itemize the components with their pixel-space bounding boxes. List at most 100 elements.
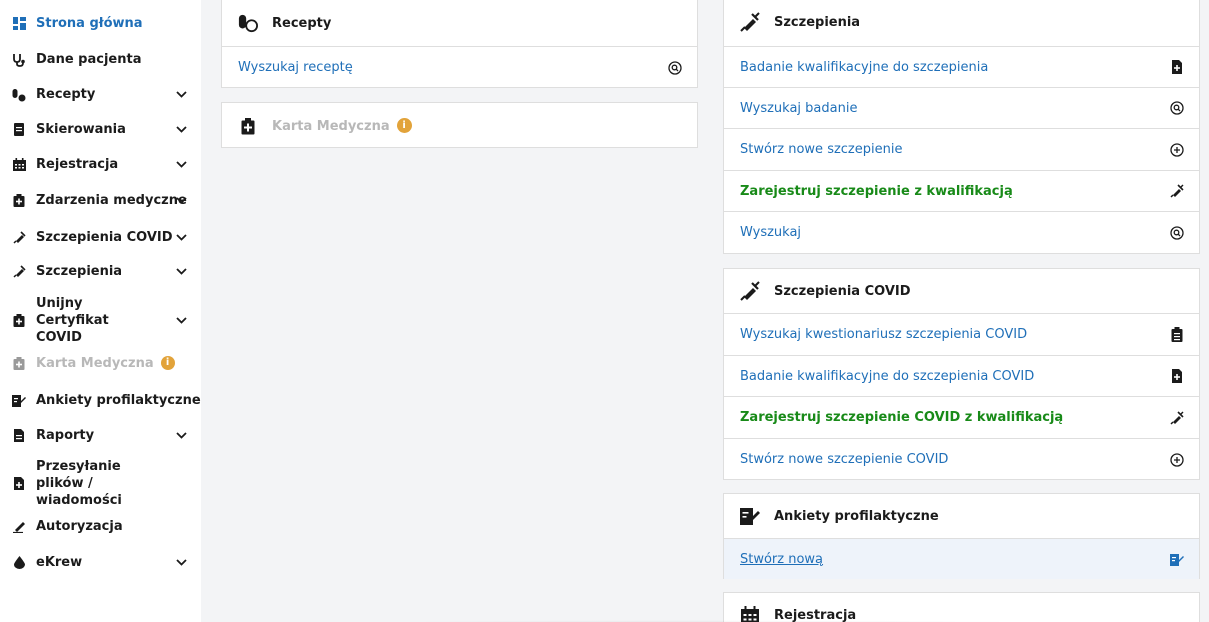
card-title: Szczepienia COVID	[774, 283, 911, 299]
chevron-down-icon[interactable]	[175, 266, 187, 278]
syringe-icon	[740, 12, 760, 32]
sidebar-item-szczepienia-covid[interactable]: Szczepienia COVID	[0, 229, 201, 246]
card-header: Karta Medyczna i	[222, 103, 697, 149]
row-stworz-nowe-szczepienie-covid[interactable]: Stwórz nowe szczepienie COVID	[724, 438, 1199, 480]
row-badanie-kwalifikacyjne-covid[interactable]: Badanie kwalifikacyjne do szczepienia CO…	[724, 355, 1199, 396]
sidebar-item-recepty[interactable]: Recepty	[0, 86, 201, 103]
pills-icon	[12, 88, 26, 102]
row-wyszukaj[interactable]: Wyszukaj	[724, 211, 1199, 253]
sidebar-item-ankiety-profilaktyczne[interactable]: Ankiety profilaktyczne	[0, 392, 201, 409]
syringe-icon	[1169, 183, 1185, 199]
sidebar-item-label: Szczepienia COVID	[36, 230, 173, 245]
sidebar-item-raporty[interactable]: Raporty	[0, 427, 201, 444]
signature-icon	[12, 520, 26, 534]
sidebar-item-label: Skierowania	[36, 122, 126, 137]
row-label: Stwórz nowe szczepienie	[740, 142, 903, 157]
survey-icon	[740, 506, 760, 526]
chevron-down-icon[interactable]	[175, 195, 187, 207]
card-header: Szczepienia COVID	[724, 269, 1199, 313]
row-label: Badanie kwalifikacyjne do szczepienia CO…	[740, 368, 1035, 384]
sidebar-item-label: Unijny Certyfikat COVID	[36, 295, 109, 345]
dashboard-icon	[12, 17, 26, 31]
calendar-icon	[12, 158, 26, 172]
recepty-card: Recepty Wyszukaj receptę	[221, 0, 698, 88]
pills-icon	[238, 13, 258, 33]
row-wyszukaj-kwestionariusz[interactable]: Wyszukaj kwestionariusz szczepienia COVI…	[724, 313, 1199, 355]
sidebar-item-zdarzenia-medyczne[interactable]: Zdarzenia medyczne	[0, 192, 201, 209]
karta-medyczna-card: Karta Medyczna i	[221, 102, 698, 148]
plus-circle-icon	[1169, 142, 1185, 158]
ankiety-card: Ankiety profilaktyczne Stwórz nową	[723, 493, 1200, 579]
szczepienia-card: Szczepienia Badanie kwalifikacyjne do sz…	[723, 0, 1200, 254]
card-title: Karta Medyczna	[272, 118, 390, 134]
sidebar-item-label: Dane pacjenta	[36, 52, 142, 67]
medical-bag-icon	[12, 194, 26, 208]
sidebar-item-unijny-certyfikat-covid[interactable]: Unijny Certyfikat COVID	[0, 296, 201, 345]
stethoscope-icon	[12, 53, 26, 67]
sidebar-item-rejestracja[interactable]: Rejestracja	[0, 156, 201, 173]
sidebar-item-skierowania[interactable]: Skierowania	[0, 121, 201, 138]
row-label: Badanie kwalifikacyjne do szczepienia	[740, 59, 989, 75]
row-label: Zarejestruj szczepienie COVID z kwalifik…	[740, 410, 1064, 425]
chevron-down-icon[interactable]	[175, 159, 187, 171]
card-header: Szczepienia	[724, 0, 1199, 45]
sidebar-item-ekrew[interactable]: eKrew	[0, 554, 201, 571]
szczepienia-covid-card: Szczepienia COVID Wyszukaj kwestionarius…	[723, 268, 1200, 480]
sidebar-item-label: Strona główna	[36, 16, 143, 31]
row-stworz-nowe-szczepienie[interactable]: Stwórz nowe szczepienie	[724, 128, 1199, 170]
row-label: Wyszukaj badanie	[740, 100, 858, 116]
row-zarejestruj-szczepienie[interactable]: Zarejestruj szczepienie z kwalifikacją	[724, 170, 1199, 211]
sidebar-item-label: Rejestracja	[36, 157, 119, 172]
info-icon[interactable]: i	[396, 117, 412, 133]
sidebar-item-label: Szczepienia	[36, 264, 123, 279]
row-badanie-kwalifikacyjne[interactable]: Badanie kwalifikacyjne do szczepienia	[724, 46, 1199, 87]
search-icon	[1169, 100, 1185, 116]
medical-bag-icon	[238, 116, 258, 136]
chevron-down-icon[interactable]	[175, 232, 187, 244]
sidebar-item-dane-pacjenta[interactable]: Dane pacjenta	[0, 51, 201, 68]
sidebar-item-strona-glowna[interactable]: Strona główna	[0, 15, 201, 32]
row-label: Wyszukaj receptę	[238, 60, 353, 75]
row-wyszukaj-badanie[interactable]: Wyszukaj badanie	[724, 87, 1199, 128]
row-label: Zarejestruj szczepienie z kwalifikacją	[740, 183, 1013, 199]
sidebar-item-przesylanie-plikow[interactable]: Przesyłanie plików / wiadomości	[0, 459, 201, 508]
row-label: Wyszukaj	[740, 225, 802, 240]
sidebar-item-label: Przesyłanie plików / wiadomości	[36, 458, 122, 508]
chevron-down-icon[interactable]	[175, 430, 187, 442]
search-icon	[1169, 225, 1185, 241]
sidebar-item-label: eKrew	[36, 555, 83, 570]
sidebar-item-label: Raporty	[36, 428, 95, 443]
syringe-icon	[1169, 410, 1185, 426]
row-zarejestruj-szczepienie-covid[interactable]: Zarejestruj szczepienie COVID z kwalifik…	[724, 396, 1199, 438]
card-header: Ankiety profilaktyczne	[724, 494, 1199, 538]
survey-icon	[1169, 551, 1185, 567]
row-label: Stwórz nowe szczepienie COVID	[740, 452, 949, 467]
card-header: Rejestracja	[724, 593, 1199, 622]
row-wyszukaj-recepte[interactable]: Wyszukaj receptę	[222, 46, 697, 88]
survey-icon	[12, 394, 26, 408]
chevron-down-icon[interactable]	[175, 314, 187, 326]
syringe-icon	[12, 231, 26, 245]
sidebar-item-szczepienia[interactable]: Szczepienia	[0, 263, 201, 280]
syringe-icon	[740, 281, 760, 301]
row-stworz-nowa[interactable]: Stwórz nową	[724, 538, 1199, 579]
chevron-down-icon[interactable]	[175, 557, 187, 569]
info-icon[interactable]: i	[160, 355, 175, 370]
chevron-down-icon[interactable]	[175, 124, 187, 136]
chevron-down-icon[interactable]	[175, 89, 187, 101]
sidebar: Strona główna Dane pacjenta Recepty Skie…	[0, 0, 201, 622]
add-document-icon	[1169, 59, 1185, 75]
file-upload-icon	[12, 476, 26, 490]
clipboard-icon	[1169, 327, 1185, 343]
sidebar-item-autoryzacja[interactable]: Autoryzacja	[0, 518, 201, 535]
row-label: Wyszukaj kwestionariusz szczepienia COVI…	[740, 327, 1028, 342]
search-icon	[667, 60, 683, 76]
sidebar-item-label: Karta Medyczna	[36, 356, 154, 371]
blood-drop-icon	[12, 556, 26, 570]
rejestracja-card: Rejestracja	[723, 592, 1200, 622]
medical-bag-icon	[12, 313, 26, 327]
add-document-icon	[1169, 368, 1185, 384]
sidebar-item-label: Ankiety profilaktyczne	[36, 393, 201, 408]
document-icon	[12, 123, 26, 137]
sidebar-item-label: Autoryzacja	[36, 519, 123, 534]
